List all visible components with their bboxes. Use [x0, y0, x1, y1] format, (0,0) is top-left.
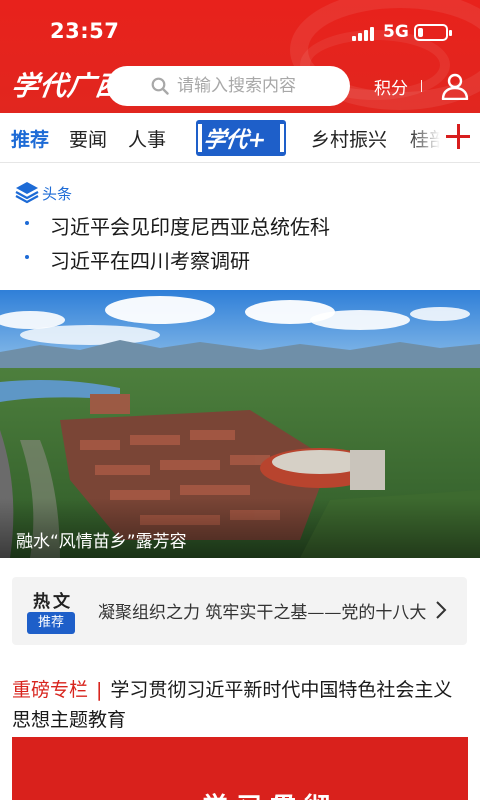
user-icon[interactable]	[441, 72, 469, 100]
hot-article-bar[interactable]: 热文 推荐 凝聚组织之力 筑牢实干之基——党的十八大	[12, 577, 467, 645]
add-channel-icon[interactable]	[446, 123, 470, 149]
tab-brand-label: 学代+	[201, 127, 268, 153]
search-icon	[151, 77, 169, 95]
tab-news[interactable]: 要闻	[69, 125, 107, 152]
bullet-icon	[25, 221, 29, 225]
headline-item[interactable]: 习近平在四川考察调研	[0, 241, 480, 275]
search-bar[interactable]	[107, 66, 350, 106]
channel-tab-bar: 推荐 要闻 人事 学代+ 乡村振兴 桂部	[0, 113, 480, 163]
status-time: 23:57	[50, 19, 120, 43]
tab-fade	[408, 113, 448, 162]
signal-icon	[352, 27, 374, 41]
column-separator: |	[96, 679, 103, 701]
feature-column[interactable]: 重磅专栏 | 学习贯彻习近平新时代中国特色社会主义思想主题教育	[12, 675, 468, 735]
search-input[interactable]	[177, 73, 342, 99]
header-divider	[421, 80, 422, 92]
headline-title: 习近平会见印度尼西亚总统佐科	[50, 215, 330, 239]
chevron-right-icon[interactable]	[435, 600, 447, 620]
headline-item[interactable]: 习近平会见印度尼西亚总统佐科	[0, 207, 480, 241]
hot-article-title: 凝聚组织之力 筑牢实干之基——党的十八大	[98, 603, 427, 623]
points-button[interactable]: 积分	[374, 74, 408, 99]
status-bar: 23:57 5G	[0, 0, 480, 64]
column-cover-text: 学习贯彻	[202, 787, 338, 800]
battery-icon	[414, 24, 452, 41]
headline-title: 习近平在四川考察调研	[50, 249, 250, 273]
hot-badge-tag: 推荐	[27, 612, 75, 634]
featured-banner[interactable]: 融水“风情苗乡”露芳容	[0, 290, 480, 558]
column-tag: 重磅专栏	[12, 679, 89, 701]
tab-brand-plus[interactable]: 学代+	[196, 120, 286, 156]
app-header: 23:57 5G 学代广西 积分	[0, 0, 480, 113]
column-cover-card[interactable]: 学习贯彻	[12, 737, 468, 800]
hot-badge-title: 热文	[33, 592, 73, 612]
layers-icon	[15, 182, 39, 204]
tab-rural-revitalization[interactable]: 乡村振兴	[311, 125, 387, 152]
banner-caption: 融水“风情苗乡”露芳容	[16, 532, 187, 552]
tab-personnel[interactable]: 人事	[128, 125, 166, 152]
network-type: 5G	[383, 22, 409, 42]
headline-label-text: 头条	[42, 185, 73, 203]
battery-level	[418, 28, 423, 37]
tab-recommend[interactable]: 推荐	[11, 125, 49, 152]
bullet-icon	[25, 255, 29, 259]
